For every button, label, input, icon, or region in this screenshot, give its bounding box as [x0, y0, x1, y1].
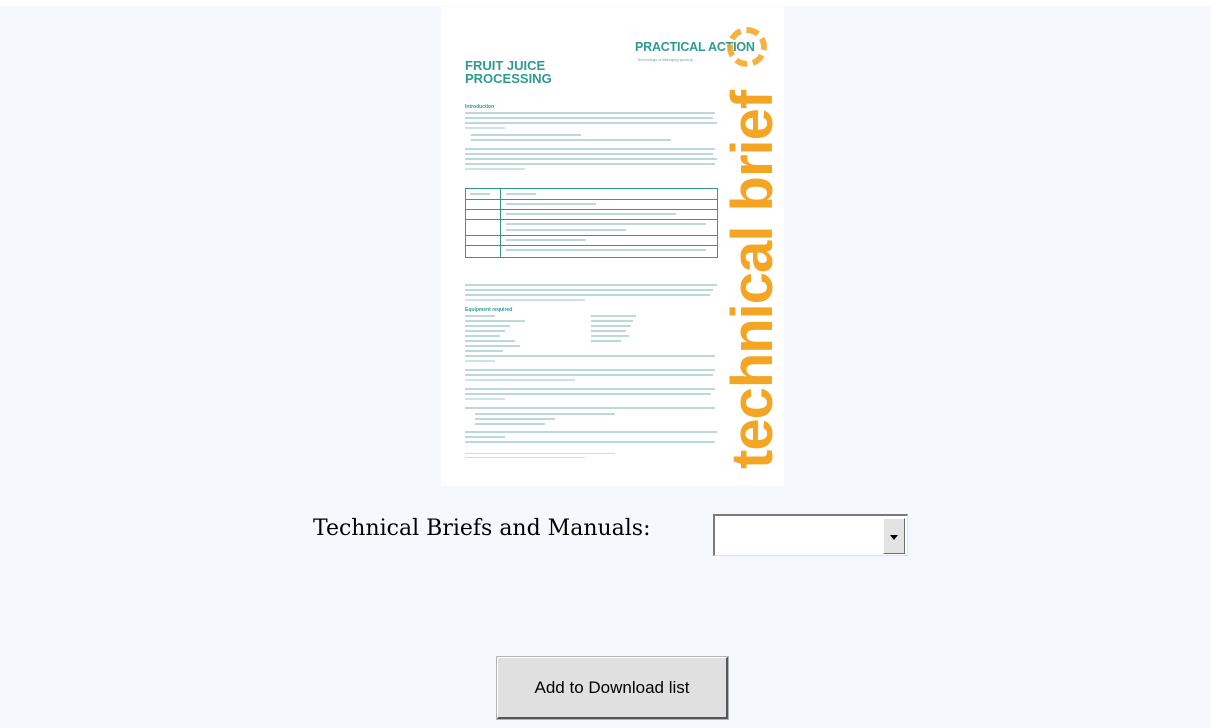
table-cell: [506, 203, 596, 205]
text-line: [465, 289, 713, 291]
text-line: [475, 413, 615, 415]
equipment-heading: Equipment required: [465, 307, 513, 313]
text-line: [465, 407, 715, 409]
text-line: [465, 325, 510, 327]
text-line: [475, 418, 555, 420]
text-line: [465, 117, 713, 119]
text-line: [471, 139, 671, 141]
technical-brief-banner: technical brief: [720, 90, 784, 469]
text-line: [465, 360, 495, 362]
text-line: [465, 299, 585, 301]
text-line: [465, 345, 520, 347]
text-line: [591, 320, 633, 322]
briefs-select[interactable]: [713, 514, 908, 556]
text-line: [465, 441, 715, 443]
logo-swirl-icon: [727, 27, 767, 67]
document-title: FRUIT JUICE PROCESSING: [465, 58, 552, 86]
table-cell: [506, 213, 676, 215]
text-line: [465, 315, 495, 317]
table-row: [466, 245, 717, 246]
text-line: [475, 423, 545, 425]
text-line: [465, 112, 715, 114]
text-line: [465, 393, 711, 395]
table-cell: [470, 193, 490, 195]
footer-line: [465, 453, 615, 454]
text-line: [465, 369, 715, 371]
chevron-down-icon: [890, 535, 898, 540]
practical-action-logo: PRACTICAL ACTION Technology challenging …: [635, 27, 767, 69]
table-cell: [506, 193, 536, 195]
text-line: [591, 340, 621, 342]
table-cell: [506, 223, 706, 225]
table-row: [466, 209, 717, 210]
text-line: [465, 294, 710, 296]
text-line: [465, 163, 715, 165]
text-line: [465, 379, 575, 381]
text-line: [465, 436, 505, 438]
top-strip: [0, 0, 1211, 6]
table-cell: [506, 249, 706, 251]
text-line: [465, 148, 715, 150]
text-line: [591, 315, 636, 317]
text-line: [465, 350, 503, 352]
add-to-download-list-button[interactable]: Add to Download list: [496, 656, 729, 720]
text-line: [465, 153, 713, 155]
technical-brief-thumbnail: PRACTICAL ACTION Technology challenging …: [441, 7, 784, 486]
table-cell: [506, 239, 586, 241]
introduction-heading: Introduction: [465, 104, 495, 110]
footer-line: [465, 457, 585, 458]
text-line: [465, 122, 717, 124]
table-row: [466, 235, 717, 236]
text-line: [591, 335, 629, 337]
text-line: [591, 325, 631, 327]
text-line: [465, 284, 717, 286]
dropdown-button[interactable]: [883, 518, 905, 554]
table-row: [466, 219, 717, 220]
text-line: [591, 330, 626, 332]
table-cell: [506, 229, 626, 231]
drink-types-table: [465, 188, 718, 258]
table-row: [466, 199, 717, 200]
text-line: [465, 330, 505, 332]
text-line: [465, 168, 525, 170]
text-line: [465, 431, 717, 433]
text-line: [465, 158, 717, 160]
text-line: [465, 127, 505, 129]
text-line: [465, 398, 505, 400]
text-line: [465, 340, 515, 342]
text-line: [465, 335, 500, 337]
logo-tagline: Technology challenging poverty: [637, 57, 693, 62]
text-line: [465, 374, 713, 376]
briefs-select-label: Technical Briefs and Manuals:: [313, 516, 651, 541]
text-line: [465, 355, 715, 357]
text-line: [471, 134, 581, 136]
text-line: [465, 388, 715, 390]
text-line: [465, 320, 525, 322]
